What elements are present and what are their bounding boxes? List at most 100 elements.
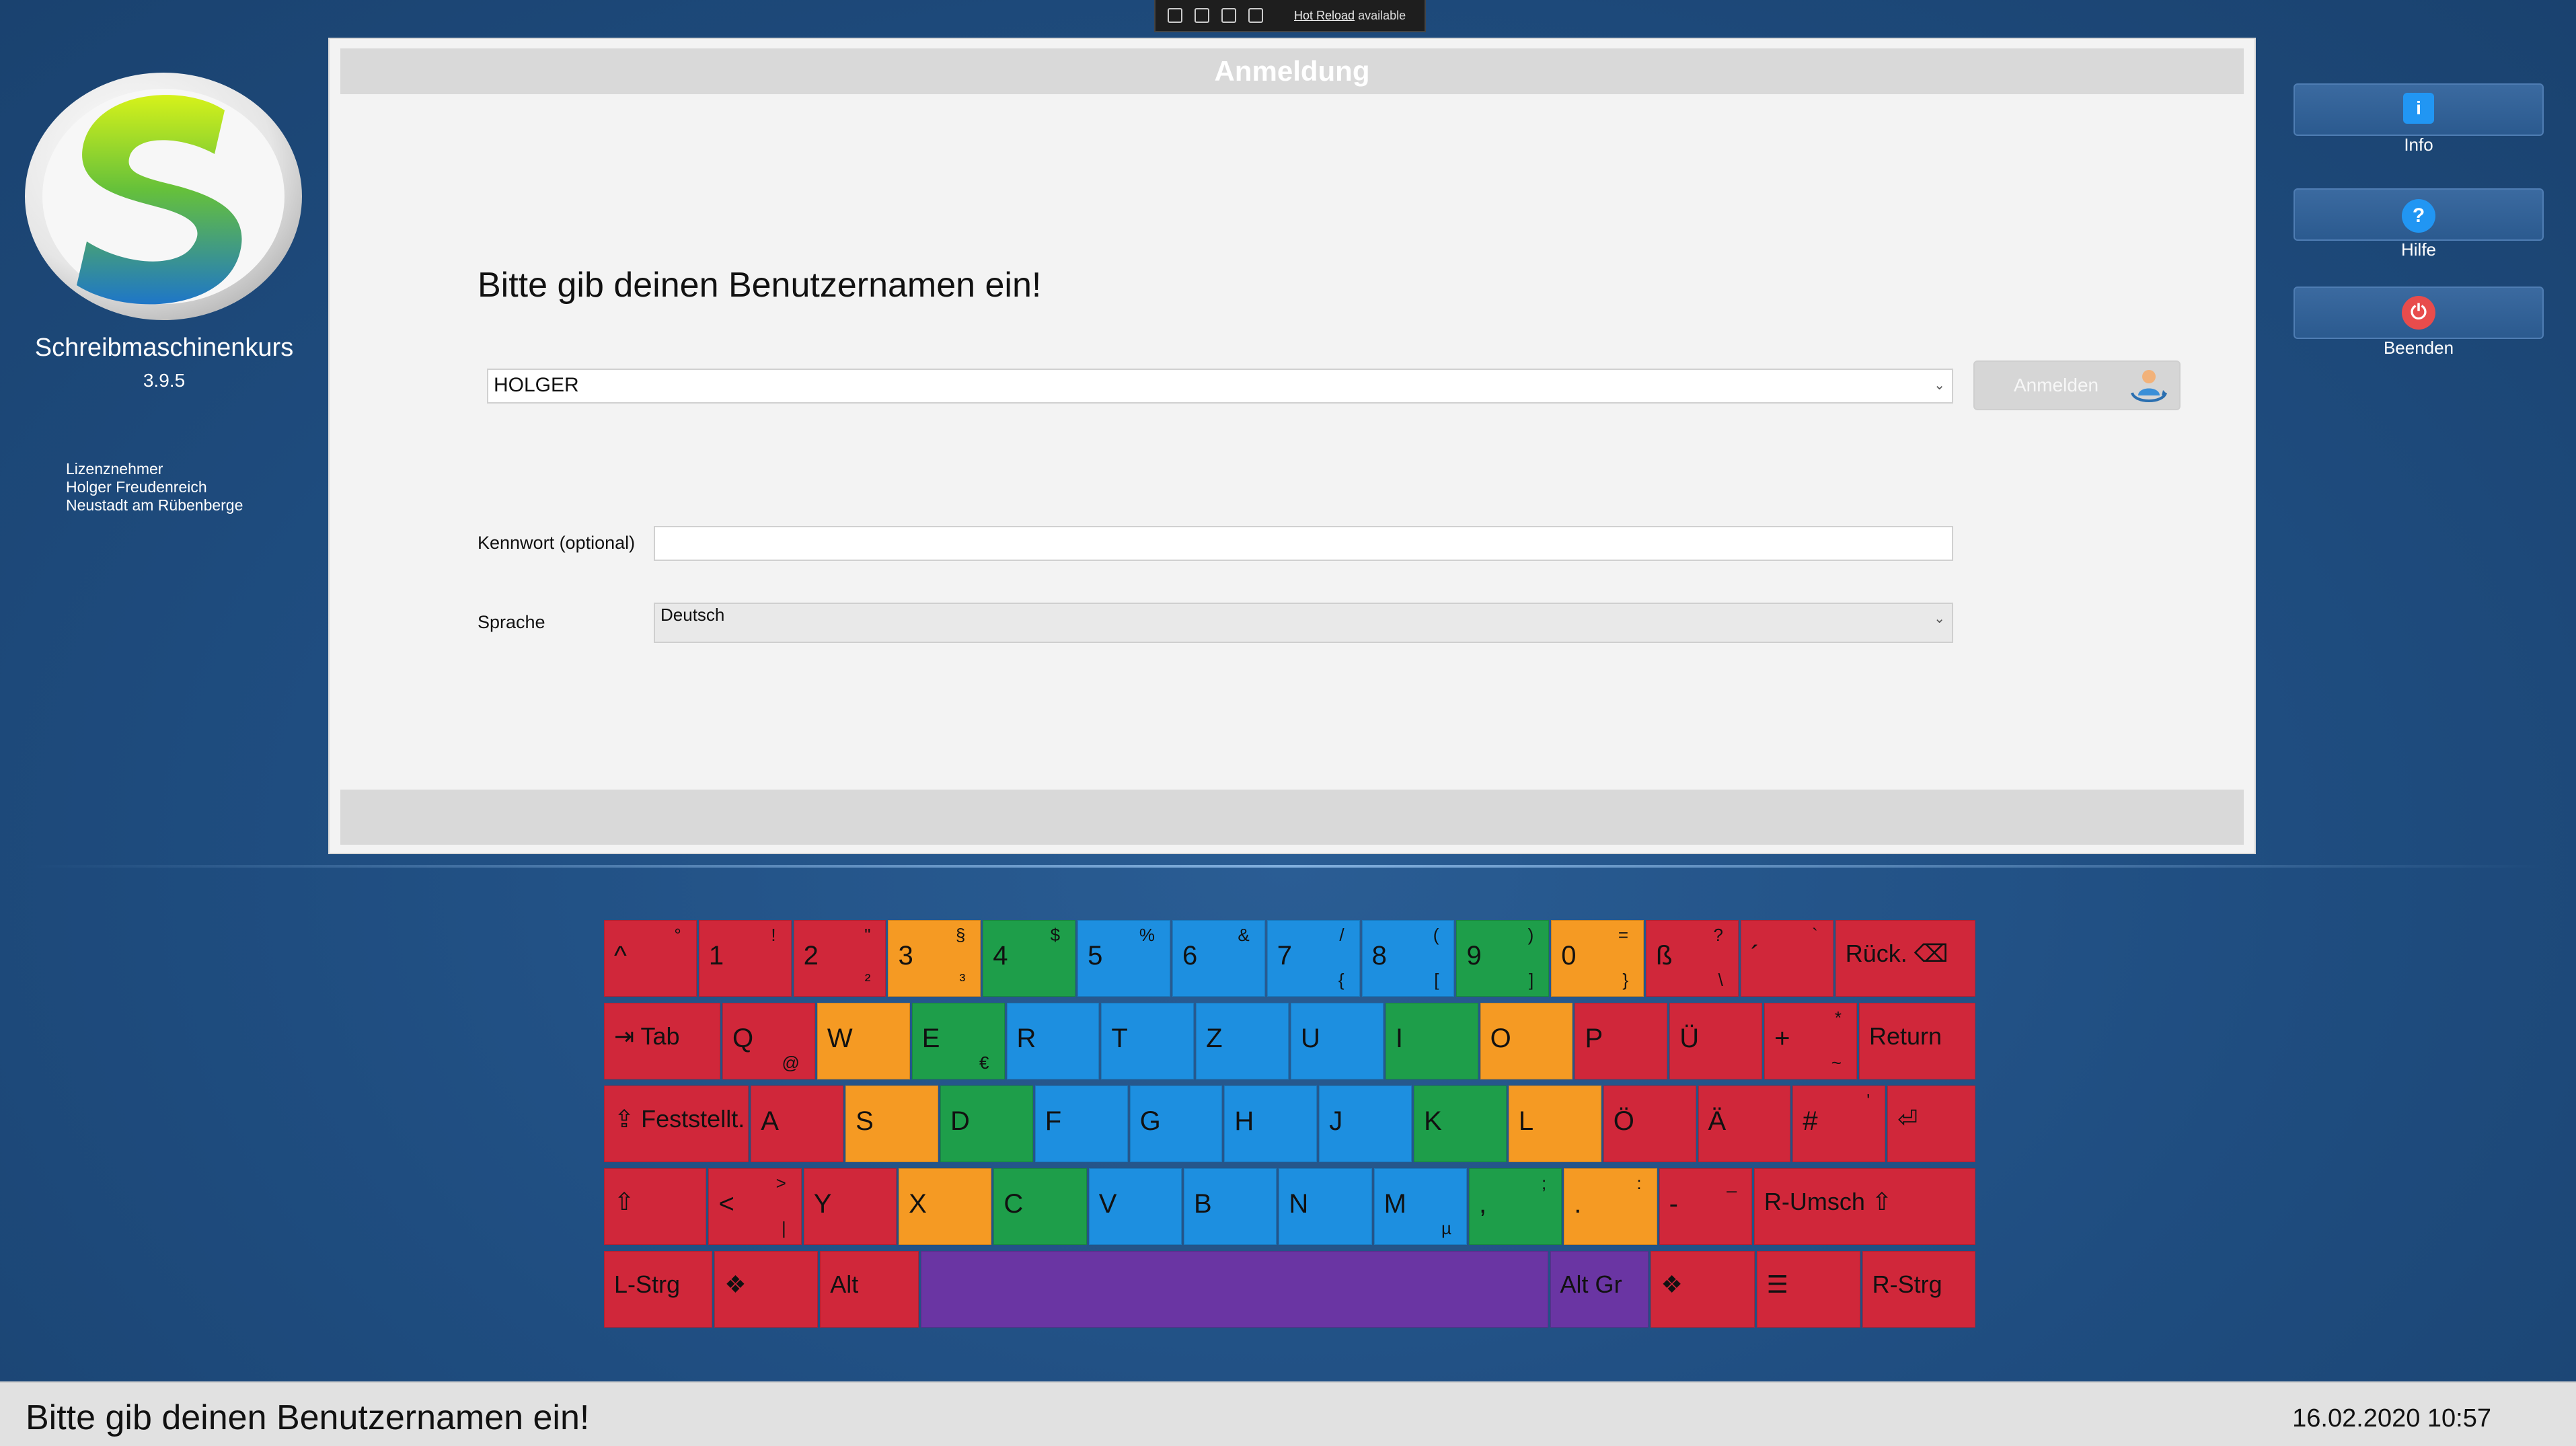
key-2-5[interactable]: G: [1129, 1086, 1223, 1162]
key-4-5[interactable]: ❖: [1651, 1251, 1755, 1328]
key-0-6[interactable]: 6 &: [1172, 920, 1265, 997]
key-main: Z: [1206, 1024, 1223, 1053]
key-1-10[interactable]: P: [1575, 1003, 1668, 1079]
hot-reload-link[interactable]: Hot Reload: [1294, 9, 1355, 22]
key-1-1[interactable]: Q @: [722, 1003, 815, 1079]
key-4-4[interactable]: Alt Gr: [1550, 1251, 1649, 1328]
key-1-12[interactable]: + * ~: [1764, 1003, 1857, 1079]
key-4-7[interactable]: R-Strg: [1862, 1251, 1975, 1328]
key-main: F: [1045, 1106, 1062, 1136]
key-main: 5: [1088, 941, 1103, 971]
key-3-4[interactable]: C: [993, 1168, 1087, 1245]
key-0-9[interactable]: 9)]: [1456, 920, 1550, 997]
key-0-3[interactable]: 3 § ³: [888, 920, 981, 997]
key-1-3[interactable]: E €: [911, 1003, 1005, 1079]
key-2-3[interactable]: D: [940, 1086, 1033, 1162]
key-altgr-char: €: [979, 1053, 989, 1073]
key-1-8[interactable]: I: [1385, 1003, 1478, 1079]
key-shift-char: _: [1727, 1173, 1737, 1193]
key-0-11[interactable]: ß? \: [1646, 920, 1739, 997]
track-focus-icon[interactable]: [1248, 8, 1263, 23]
key-0-7[interactable]: 7 / {: [1266, 920, 1360, 997]
key-0-1[interactable]: 1!: [698, 920, 792, 997]
key-0-13[interactable]: Rück. ⌫: [1835, 920, 1975, 997]
key-0-5[interactable]: 5%: [1077, 920, 1170, 997]
key-1-2[interactable]: W: [817, 1003, 910, 1079]
key-3-3[interactable]: X: [899, 1168, 992, 1245]
key-2-10[interactable]: Ö: [1603, 1086, 1696, 1162]
key-main: ,: [1478, 1189, 1487, 1219]
key-2-11[interactable]: Ä: [1698, 1086, 1791, 1162]
key-0-0[interactable]: ^ °: [604, 920, 697, 997]
key-2-6[interactable]: H: [1224, 1086, 1318, 1162]
key-1-4[interactable]: R: [1006, 1003, 1100, 1079]
license-info: Lizenznehmer Holger Freudenreich Neustad…: [66, 460, 243, 515]
key-3-7[interactable]: N: [1279, 1168, 1372, 1245]
key-3-9[interactable]: ,;: [1468, 1168, 1562, 1245]
key-1-13[interactable]: Return: [1858, 1003, 1975, 1079]
key-3-6[interactable]: B: [1184, 1168, 1277, 1245]
key-3-1[interactable]: < > |: [708, 1168, 802, 1245]
key-3-2[interactable]: Y: [803, 1168, 897, 1245]
chevron-down-icon[interactable]: ⌄: [1934, 370, 1945, 401]
key-2-13[interactable]: ⏎: [1887, 1086, 1975, 1162]
key-3-11[interactable]: - _: [1659, 1168, 1752, 1245]
password-input[interactable]: [654, 526, 1953, 561]
login-button[interactable]: Anmelden: [1973, 360, 2181, 410]
key-0-8[interactable]: 8 ([: [1361, 920, 1455, 997]
key-3-10[interactable]: .:: [1564, 1168, 1657, 1245]
live-tree-icon[interactable]: [1168, 8, 1182, 23]
key-2-2[interactable]: S: [845, 1086, 938, 1162]
select-element-icon[interactable]: [1195, 8, 1209, 23]
key-2-9[interactable]: L: [1508, 1086, 1601, 1162]
quit-button[interactable]: ⏻: [2294, 287, 2544, 339]
key-4-2[interactable]: Alt: [820, 1251, 919, 1328]
key-shift-char: !: [771, 925, 776, 945]
hot-reload-status: Hot Reload available: [1294, 8, 1406, 22]
key-4-1[interactable]: ❖: [714, 1251, 819, 1328]
key-3-5[interactable]: V: [1088, 1168, 1182, 1245]
key-0-4[interactable]: 4 $: [983, 920, 1076, 997]
key-3-8[interactable]: Mµ: [1373, 1168, 1467, 1245]
key-4-0[interactable]: L-Strg: [604, 1251, 713, 1328]
key-0-2[interactable]: 2 " ²: [793, 920, 886, 997]
key-1-0[interactable]: ⇥ Tab: [604, 1003, 721, 1079]
dev-toolbar: Hot Reload available: [1154, 0, 1426, 32]
key-label: ☰: [1766, 1270, 1788, 1298]
display-layout-adorners-icon[interactable]: [1221, 8, 1236, 23]
key-0-10[interactable]: 0 =}: [1551, 920, 1644, 997]
help-icon: ?: [2402, 199, 2435, 233]
key-1-9[interactable]: O: [1480, 1003, 1573, 1079]
key-1-7[interactable]: U: [1291, 1003, 1384, 1079]
key-1-11[interactable]: Ü: [1669, 1003, 1763, 1079]
key-main: A: [761, 1106, 779, 1136]
key-main: K: [1424, 1106, 1442, 1136]
key-main: S: [856, 1106, 874, 1136]
info-button[interactable]: i: [2294, 83, 2544, 136]
key-main: ´: [1750, 941, 1760, 971]
key-3-0[interactable]: ⇧: [604, 1168, 707, 1245]
key-2-7[interactable]: J: [1319, 1086, 1412, 1162]
key-0-12[interactable]: ´ `: [1740, 920, 1833, 997]
key-1-6[interactable]: Z: [1196, 1003, 1289, 1079]
key-2-12[interactable]: # ': [1792, 1086, 1886, 1162]
username-prompt: Bitte gib deinen Benutzernamen ein!: [478, 266, 1042, 305]
key-2-0[interactable]: ⇪ Feststellt.: [604, 1086, 749, 1162]
key-2-1[interactable]: A: [751, 1086, 844, 1162]
key-2-4[interactable]: F: [1034, 1086, 1128, 1162]
help-button[interactable]: ?: [2294, 188, 2544, 241]
language-select[interactable]: Deutsch ⌄: [654, 603, 1953, 643]
key-shift-char: ;: [1542, 1173, 1547, 1193]
key-label: ⇥ Tab: [614, 1022, 680, 1050]
key-2-8[interactable]: K: [1414, 1086, 1507, 1162]
key-4-6[interactable]: ☰: [1756, 1251, 1860, 1328]
key-main: I: [1395, 1024, 1403, 1053]
key-3-12[interactable]: R-Umsch ⇧: [1753, 1168, 1975, 1245]
key-label: Return: [1868, 1022, 1942, 1050]
chevron-down-icon[interactable]: ⌄: [1934, 608, 1945, 630]
key-label: R-Strg: [1872, 1270, 1942, 1298]
key-1-5[interactable]: T: [1101, 1003, 1195, 1079]
key-4-3[interactable]: [921, 1251, 1548, 1328]
key-label: ⇪ Feststellt.: [614, 1105, 745, 1133]
username-combobox[interactable]: HOLGER ⌄: [487, 369, 1953, 404]
